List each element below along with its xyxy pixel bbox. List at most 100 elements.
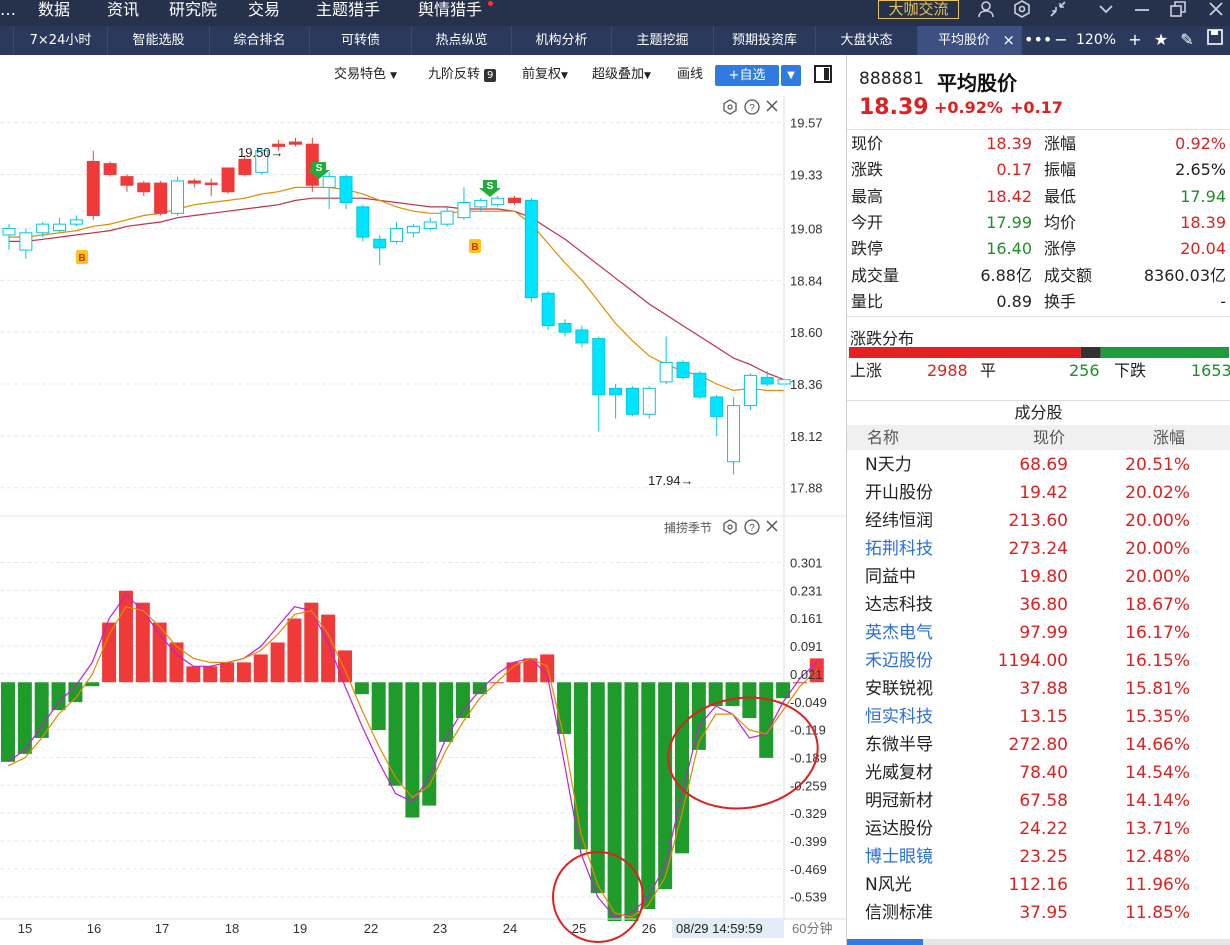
- tab-institution[interactable]: 机构分析: [512, 26, 612, 55]
- tab-convertible[interactable]: 可转债: [310, 26, 412, 55]
- draw-line-button[interactable]: 画线: [677, 66, 703, 84]
- nine-reversal-button[interactable]: 九阶反转 9: [428, 66, 497, 84]
- tab-7x24[interactable]: 7×24小时: [14, 26, 108, 55]
- trade-feature-dropdown[interactable]: 交易特色 ▼: [334, 66, 397, 84]
- quote-label: 涨幅: [1044, 134, 1077, 153]
- component-price: 1194.00: [997, 651, 1068, 671]
- indicator-settings-icon[interactable]: [723, 519, 737, 535]
- component-pct: 20.00%: [1125, 511, 1190, 531]
- menu-data[interactable]: 数据: [38, 0, 70, 22]
- component-row[interactable]: 同益中 19.80 20.00%: [847, 563, 1230, 591]
- quote-value: 18.39: [986, 134, 1032, 153]
- caret-down-icon: ▼: [561, 71, 568, 81]
- candle-body: [659, 361, 673, 383]
- component-name: 经纬恒润: [865, 511, 933, 531]
- candle-body: [390, 227, 404, 242]
- component-row[interactable]: 运达股份 24.22 13.71%: [847, 815, 1230, 843]
- candle-body: [693, 372, 707, 398]
- indicator-close-icon[interactable]: [766, 520, 778, 532]
- component-row[interactable]: 英杰电气 97.99 16.17%: [847, 619, 1230, 647]
- menu-theme-hunter[interactable]: 主题猎手: [316, 0, 380, 22]
- adjust-dropdown[interactable]: 前复权▼: [522, 66, 568, 84]
- menu-news[interactable]: 资讯: [107, 0, 139, 22]
- user-icon[interactable]: [974, 0, 998, 20]
- component-name: 禾迈股份: [865, 651, 933, 671]
- indicator-help-icon[interactable]: ?: [744, 519, 760, 535]
- indicator-bar: [118, 590, 133, 683]
- price-tick-label: 18.60: [790, 325, 823, 340]
- tab-expected-invest[interactable]: 预期投资库: [714, 26, 816, 55]
- period-label[interactable]: 60分钟: [792, 921, 832, 936]
- indicator-bar: [220, 662, 235, 683]
- tab-smart-select[interactable]: 智能选股: [108, 26, 210, 55]
- col-name-header[interactable]: 名称: [867, 425, 899, 450]
- menu-research[interactable]: 研究院: [169, 0, 217, 22]
- dist-down-label: 下跌: [1114, 361, 1147, 380]
- zoom-in-icon[interactable]: +: [1124, 26, 1146, 55]
- indicator-tick-label: -0.119: [790, 723, 826, 738]
- component-row[interactable]: 开山股份 19.42 20.02%: [847, 479, 1230, 507]
- minimize-icon[interactable]: [1130, 0, 1154, 20]
- component-row[interactable]: 安联锐视 37.88 15.81%: [847, 675, 1230, 703]
- menu-trade[interactable]: 交易: [248, 0, 280, 22]
- add-favorite-button[interactable]: +自选: [715, 65, 779, 86]
- candle-body: [339, 176, 353, 204]
- indicator-label: 捕捞季节: [664, 520, 712, 535]
- component-row[interactable]: 东微半导 272.80 14.66%: [847, 731, 1230, 759]
- price-panel-help-icon[interactable]: ?: [744, 99, 760, 115]
- side-scrollbar[interactable]: [847, 939, 1230, 945]
- indicator-bar: [691, 682, 706, 750]
- component-row[interactable]: 明冠新材 67.58 14.14%: [847, 787, 1230, 815]
- candle-body: [491, 197, 505, 206]
- forum-button[interactable]: 大咖交流: [878, 0, 959, 19]
- tab-theme-mining[interactable]: 主题挖掘: [612, 26, 714, 55]
- tab-market-status[interactable]: 大盘状态: [816, 26, 918, 55]
- chart-area[interactable]: 19.57 19.33 19.08 18.84 18.60 18.36 18.12 17.88…: [0, 95, 846, 945]
- distribution-bar: [849, 347, 1229, 358]
- component-row[interactable]: N天力 68.69 20.51%: [847, 451, 1230, 479]
- component-row[interactable]: 博士眼镜 23.25 12.48%: [847, 843, 1230, 871]
- tab-ranking[interactable]: 综合排名: [210, 26, 310, 55]
- price-panel-close-icon[interactable]: [766, 100, 778, 112]
- restore-icon[interactable]: [1166, 0, 1190, 20]
- chart-markers: 19.50→ 17.94→ B B S S: [76, 145, 694, 488]
- close-icon[interactable]: [1204, 0, 1228, 20]
- menu-partial[interactable]: …: [0, 0, 20, 22]
- component-row[interactable]: 光威复材 78.40 14.54%: [847, 759, 1230, 787]
- star-icon[interactable]: ★: [1150, 26, 1172, 55]
- zoom-out-icon[interactable]: −: [1050, 26, 1072, 55]
- tab-close-icon[interactable]: ×: [1002, 26, 1015, 55]
- component-row[interactable]: 信测标准 37.95 11.85%: [847, 899, 1230, 927]
- component-row[interactable]: 拓荆科技 273.24 20.00%: [847, 535, 1230, 563]
- zoom-level: 120%: [1076, 32, 1117, 48]
- price-panel-settings-icon[interactable]: [723, 99, 737, 115]
- component-row[interactable]: 达志科技 36.80 18.67%: [847, 591, 1230, 619]
- component-row[interactable]: 经纬恒润 213.60 20.00%: [847, 507, 1230, 535]
- time-tick-label: 22: [364, 921, 378, 936]
- component-row[interactable]: 恒实科技 13.15 15.35%: [847, 703, 1230, 731]
- add-favorite-dropdown-icon[interactable]: ▼: [781, 65, 801, 86]
- col-pct-header[interactable]: 涨幅: [1153, 425, 1185, 450]
- layout-toggle-icon[interactable]: [814, 65, 832, 83]
- save-icon[interactable]: [1204, 26, 1226, 55]
- tab-partial[interactable]: [0, 26, 14, 55]
- tab-average-price[interactable]: 平均股价 ×: [918, 26, 1022, 55]
- shrink-icon[interactable]: [1046, 0, 1070, 20]
- pen-icon[interactable]: ✎: [1176, 26, 1198, 55]
- price-tick-label: 17.88: [790, 481, 823, 496]
- price-tick-label: 18.84: [790, 273, 823, 288]
- settings-hex-icon[interactable]: [1010, 0, 1034, 20]
- tab-hotspot[interactable]: 热点纵览: [412, 26, 512, 55]
- menu-sentiment-hunter[interactable]: 舆情猎手: [418, 0, 482, 22]
- component-pct: 15.81%: [1125, 679, 1190, 699]
- chevron-down-icon[interactable]: [1094, 0, 1118, 20]
- component-row[interactable]: 禾迈股份 1194.00 16.15%: [847, 647, 1230, 675]
- component-row[interactable]: N风光 112.16 11.96%: [847, 871, 1230, 899]
- col-price-header[interactable]: 现价: [1033, 425, 1065, 450]
- quote-value: -: [1220, 291, 1226, 311]
- more-icon[interactable]: •••: [1024, 26, 1052, 55]
- dist-down-segment: [1100, 347, 1229, 358]
- overlay-dropdown[interactable]: 超级叠加▼: [592, 66, 651, 84]
- indicator-bar: [338, 650, 352, 683]
- component-name: 开山股份: [865, 483, 933, 503]
